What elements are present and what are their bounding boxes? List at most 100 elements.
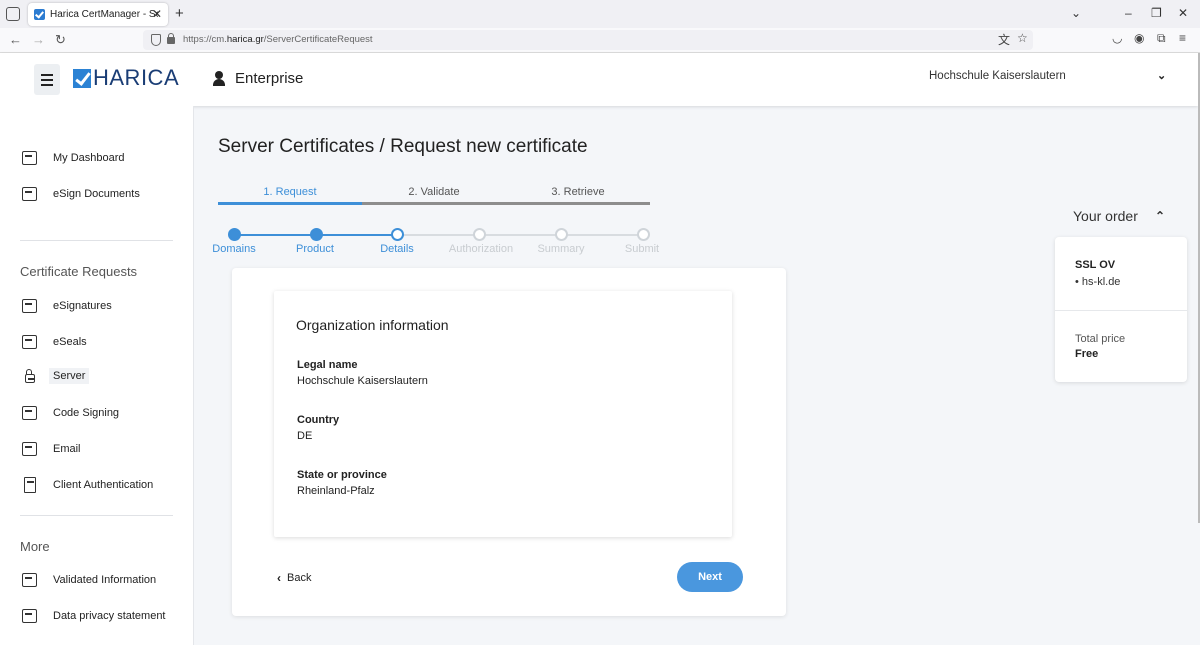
harica-favicon-icon <box>34 9 45 20</box>
total-price-label: Total price <box>1075 333 1126 345</box>
sidebar-item-label: eSignatures <box>53 300 112 312</box>
minimize-icon[interactable]: – <box>1125 6 1132 20</box>
sidebar-item-email[interactable]: Email <box>22 442 81 456</box>
sidebar-item-client-authentication[interactable]: Client Authentication <box>22 477 153 493</box>
workspace-name: Enterprise <box>235 70 304 87</box>
sidebar-item-label: Code Signing <box>53 407 120 419</box>
next-button[interactable]: Next <box>677 562 743 592</box>
extensions-icon[interactable]: ⧉ <box>1157 31 1166 46</box>
close-window-icon[interactable]: ✕ <box>1178 6 1188 20</box>
close-tab-icon[interactable]: ✕ <box>152 7 162 21</box>
wizard-step-retrieve: 3. Retrieve <box>551 186 605 198</box>
sidebar-divider <box>20 240 173 241</box>
stepper-line-pending <box>398 234 644 236</box>
sidebar-item-label: eSign Documents <box>53 188 140 200</box>
app-header: HARICA Enterprise Hochschule Kaiserslaut… <box>0 53 1198 106</box>
step-dot-details <box>391 228 404 241</box>
sidebar-item-label: Email <box>53 443 81 455</box>
url-path: /ServerCertificateRequest <box>263 34 373 45</box>
step-dot-summary <box>555 228 568 241</box>
translate-icon[interactable]: 文 <box>998 31 1010 48</box>
wizard-step-request: 1. Request <box>263 186 317 198</box>
wizard-step-validate: 2. Validate <box>408 186 460 198</box>
sidebar-item-dashboard[interactable]: My Dashboard <box>22 151 125 165</box>
organization-info-title: Organization information <box>296 317 449 333</box>
restore-icon[interactable]: ❐ <box>1151 6 1162 20</box>
tab-list-icon[interactable] <box>6 7 20 21</box>
order-summary-card: SSL OV • hs-kl.de Total price Free <box>1055 237 1187 382</box>
privacy-icon <box>22 609 37 623</box>
order-domain: • hs-kl.de <box>1075 276 1121 288</box>
sidebar-item-validated-information[interactable]: Validated Information <box>22 573 156 587</box>
list-all-tabs-icon[interactable]: ⌄ <box>1071 6 1081 20</box>
your-order-heading[interactable]: Your order <box>1073 208 1138 224</box>
order-divider <box>1055 310 1187 311</box>
sidebar-item-label: Data privacy statement <box>53 610 166 622</box>
address-bar[interactable]: https://cm.harica.gr/ServerCertificateRe… <box>143 30 1033 50</box>
chevron-up-icon[interactable]: ⌃ <box>1155 209 1165 223</box>
sidebar-item-server[interactable]: Server <box>22 368 90 384</box>
step-label-summary: Summary <box>537 243 585 255</box>
seal-icon <box>22 335 37 349</box>
wizard-bar-request <box>218 202 362 205</box>
new-tab-button[interactable]: + <box>175 5 184 22</box>
sidebar-item-label: eSeals <box>53 336 87 348</box>
sidebar-item-label: Client Authentication <box>53 479 154 491</box>
step-label-submit: Submit <box>624 243 660 255</box>
legal-name-value: Hochschule Kaiserslautern <box>297 375 428 387</box>
wizard-bar-validate <box>362 202 506 205</box>
wizard-bar-retrieve <box>506 202 650 205</box>
bookmark-star-icon[interactable]: ☆ <box>1017 31 1028 45</box>
lock-icon[interactable] <box>167 33 175 44</box>
step-label-product[interactable]: Product <box>275 243 355 255</box>
pocket-icon[interactable]: ◡ <box>1112 31 1122 45</box>
state-value: Rheinland-Pfalz <box>297 485 375 497</box>
sidebar-item-esignatures[interactable]: eSignatures <box>22 299 112 313</box>
country-value: DE <box>297 430 313 442</box>
step-dot-product[interactable] <box>310 228 323 241</box>
step-label-domains[interactable]: Domains <box>194 243 274 255</box>
user-shield-icon <box>213 70 231 87</box>
logo-check-icon <box>73 68 91 88</box>
forward-arrow-icon[interactable]: → <box>32 32 45 47</box>
sidebar-item-label: Validated Information <box>53 574 157 586</box>
step-dot-domains[interactable] <box>228 228 241 241</box>
sidebar-item-esign-documents[interactable]: eSign Documents <box>22 187 140 201</box>
hamburger-menu-button[interactable] <box>34 64 60 95</box>
document-icon <box>24 477 36 493</box>
wizard-progress: 1. Request 2. Validate 3. Retrieve <box>218 186 650 206</box>
url-prefix: https://cm. <box>183 34 227 45</box>
email-icon <box>22 442 37 456</box>
reload-icon[interactable]: ↻ <box>55 32 66 48</box>
sidebar-item-eseals[interactable]: eSeals <box>22 335 87 349</box>
harica-logo[interactable]: HARICA <box>73 65 180 90</box>
sidebar-divider <box>20 515 173 516</box>
browser-tab[interactable]: Harica CertManager - Server Ce ✕ <box>28 3 168 26</box>
back-arrow-icon[interactable]: ← <box>9 32 22 47</box>
organization-selector[interactable]: Hochschule Kaiserslautern <box>929 70 1066 82</box>
sidebar-section-certificate-requests: Certificate Requests <box>20 264 138 279</box>
chevron-down-icon[interactable]: ⌄ <box>1157 69 1166 82</box>
sidebar-item-code-signing[interactable]: Code Signing <box>22 406 119 420</box>
code-icon <box>22 406 37 420</box>
legal-name-label: Legal name <box>297 359 358 371</box>
validated-icon <box>22 573 37 587</box>
url-domain: harica.gr <box>226 34 264 45</box>
logo-text: HARICA <box>93 65 180 90</box>
browser-navbar: ← → ↻ https://cm.harica.gr/ServerCertifi… <box>0 28 1200 53</box>
request-card: Organization information Legal name Hoch… <box>232 268 786 616</box>
back-button[interactable]: ‹ Back <box>277 571 311 585</box>
app-menu-icon[interactable]: ≡ <box>1179 31 1186 45</box>
sidebar-item-label: Server <box>49 368 90 384</box>
step-dot-authorization <box>473 228 486 241</box>
country-label: Country <box>297 414 340 426</box>
chevron-left-icon: ‹ <box>277 571 281 585</box>
account-icon[interactable]: ◉ <box>1134 31 1144 45</box>
page-title: Server Certificates / Request new certif… <box>218 136 588 157</box>
state-label: State or province <box>297 469 387 481</box>
esign-icon <box>22 299 37 313</box>
sidebar-item-data-privacy[interactable]: Data privacy statement <box>22 609 166 623</box>
sidebar-section-more: More <box>20 539 50 554</box>
dashboard-icon <box>22 151 37 165</box>
shield-icon[interactable] <box>151 34 161 46</box>
